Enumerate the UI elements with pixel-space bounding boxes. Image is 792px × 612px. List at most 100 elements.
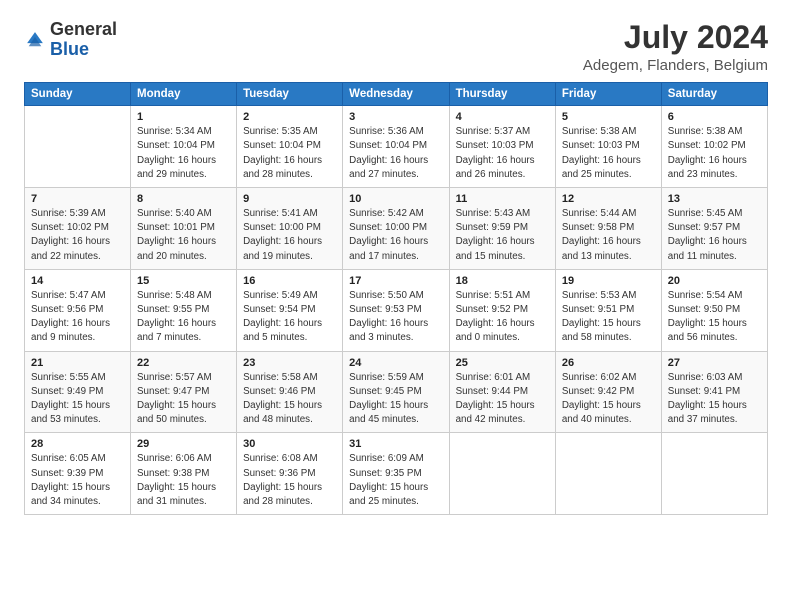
day-info: Sunrise: 5:45 AM Sunset: 9:57 PM Dayligh… (668, 207, 761, 264)
logo-text: General Blue (50, 20, 117, 60)
calendar-cell: 18Sunrise: 5:51 AM Sunset: 9:52 PM Dayli… (449, 269, 555, 351)
calendar-cell: 29Sunrise: 6:06 AM Sunset: 9:38 PM Dayli… (131, 433, 237, 515)
calendar-cell: 15 Sunrise: 5:48 AM Sunset: 9:55 PM Dayli… (131, 269, 237, 351)
page: General Blue July 2024 Adegem, Flanders,… (0, 0, 792, 612)
day-info: Sunrise: 5:38 AM Sunset: 10:03 PM Daylig… (562, 125, 655, 182)
day-info: Sunrise: 5:35 AM Sunset: 10:04 PM Daylig… (243, 125, 336, 182)
day-info: Sunrise: 6:09 AM Sunset: 9:35 PM Dayligh… (349, 452, 442, 509)
calendar-cell: 7 Sunrise: 5:39 AM Sunset: 10:02 PM Dayli… (25, 188, 131, 270)
day-number: 9 (243, 193, 336, 205)
calendar-cell: 31 Sunrise: 6:09 AM Sunset: 9:35 PM Dayli… (343, 433, 449, 515)
logo: General Blue (24, 20, 117, 60)
logo-general: General (50, 19, 117, 39)
calendar-cell: 25 Sunrise: 6:01 AM Sunset: 9:44 PM Dayli… (449, 351, 555, 433)
calendar-cell: 1 Sunrise: 5:34 AM Sunset: 10:04 PM Dayli… (131, 106, 237, 188)
header-monday: Monday (131, 83, 237, 106)
day-info: Sunrise: 5:55 AM Sunset: 9:49 PM Dayligh… (31, 371, 124, 428)
day-number: 17 (349, 275, 442, 287)
day-info: Sunrise: 5:48 AM Sunset: 9:55 PM Dayligh… (137, 289, 230, 346)
calendar-cell: 11 Sunrise: 5:43 AM Sunset: 9:59 PM Dayli… (449, 188, 555, 270)
main-title: July 2024 (583, 20, 768, 55)
day-info: Sunrise: 5:49 AM Sunset: 9:54 PM Dayligh… (243, 289, 336, 346)
calendar-cell: 23Sunrise: 5:58 AM Sunset: 9:46 PM Dayli… (237, 351, 343, 433)
day-info: Sunrise: 5:51 AM Sunset: 9:52 PM Dayligh… (456, 289, 549, 346)
day-number: 31 (349, 438, 442, 450)
day-info: Sunrise: 5:40 AM Sunset: 10:01 PM Daylig… (137, 207, 230, 264)
day-number: 20 (668, 275, 761, 287)
calendar-cell: 2 Sunrise: 5:35 AM Sunset: 10:04 PM Dayli… (237, 106, 343, 188)
calendar-cell (25, 106, 131, 188)
day-number: 6 (668, 111, 761, 123)
calendar-cell (661, 433, 767, 515)
calendar-cell: 30Sunrise: 6:08 AM Sunset: 9:36 PM Dayli… (237, 433, 343, 515)
day-info: Sunrise: 5:47 AM Sunset: 9:56 PM Dayligh… (31, 289, 124, 346)
day-info: Sunrise: 5:38 AM Sunset: 10:02 PM Daylig… (668, 125, 761, 182)
calendar-cell: 17Sunrise: 5:50 AM Sunset: 9:53 PM Dayli… (343, 269, 449, 351)
calendar-cell (555, 433, 661, 515)
calendar-cell: 26Sunrise: 6:02 AM Sunset: 9:42 PM Dayli… (555, 351, 661, 433)
day-number: 10 (349, 193, 442, 205)
calendar-cell: 8 Sunrise: 5:40 AM Sunset: 10:01 PM Dayli… (131, 188, 237, 270)
day-number: 15 (137, 275, 230, 287)
day-number: 5 (562, 111, 655, 123)
day-number: 29 (137, 438, 230, 450)
calendar-cell (449, 433, 555, 515)
header-friday: Friday (555, 83, 661, 106)
logo-icon (24, 29, 46, 51)
day-number: 4 (456, 111, 549, 123)
logo-blue: Blue (50, 39, 89, 59)
day-number: 24 (349, 357, 442, 369)
day-number: 1 (137, 111, 230, 123)
calendar-cell: 3Sunrise: 5:36 AM Sunset: 10:04 PM Dayli… (343, 106, 449, 188)
day-number: 3 (349, 111, 442, 123)
day-info: Sunrise: 6:08 AM Sunset: 9:36 PM Dayligh… (243, 452, 336, 509)
calendar-table: Sunday Monday Tuesday Wednesday Thursday… (24, 82, 768, 515)
day-number: 11 (456, 193, 549, 205)
day-number: 25 (456, 357, 549, 369)
calendar-cell: 10 Sunrise: 5:42 AM Sunset: 10:00 PM Dayl… (343, 188, 449, 270)
subtitle: Adegem, Flanders, Belgium (583, 57, 768, 74)
day-info: Sunrise: 5:43 AM Sunset: 9:59 PM Dayligh… (456, 207, 549, 264)
day-info: Sunrise: 5:34 AM Sunset: 10:04 PM Daylig… (137, 125, 230, 182)
day-info: Sunrise: 5:59 AM Sunset: 9:45 PM Dayligh… (349, 371, 442, 428)
calendar-cell: 22Sunrise: 5:57 AM Sunset: 9:47 PM Dayli… (131, 351, 237, 433)
day-number: 19 (562, 275, 655, 287)
day-number: 8 (137, 193, 230, 205)
calendar-cell: 6 Sunrise: 5:38 AM Sunset: 10:02 PM Dayli… (661, 106, 767, 188)
day-info: Sunrise: 5:39 AM Sunset: 10:02 PM Daylig… (31, 207, 124, 264)
day-number: 2 (243, 111, 336, 123)
calendar-cell: 4 Sunrise: 5:37 AM Sunset: 10:03 PM Dayli… (449, 106, 555, 188)
day-info: Sunrise: 5:44 AM Sunset: 9:58 PM Dayligh… (562, 207, 655, 264)
calendar-cell: 16 Sunrise: 5:49 AM Sunset: 9:54 PM Dayli… (237, 269, 343, 351)
header-tuesday: Tuesday (237, 83, 343, 106)
day-number: 7 (31, 193, 124, 205)
calendar-cell: 27Sunrise: 6:03 AM Sunset: 9:41 PM Dayli… (661, 351, 767, 433)
header-sunday: Sunday (25, 83, 131, 106)
day-number: 28 (31, 438, 124, 450)
day-info: Sunrise: 5:41 AM Sunset: 10:00 PM Daylig… (243, 207, 336, 264)
day-info: Sunrise: 5:53 AM Sunset: 9:51 PM Dayligh… (562, 289, 655, 346)
calendar-week-1: 7 Sunrise: 5:39 AM Sunset: 10:02 PM Dayli… (25, 188, 768, 270)
day-info: Sunrise: 5:57 AM Sunset: 9:47 PM Dayligh… (137, 371, 230, 428)
header-row: General Blue July 2024 Adegem, Flanders,… (24, 20, 768, 74)
calendar-cell: 19 Sunrise: 5:53 AM Sunset: 9:51 PM Dayli… (555, 269, 661, 351)
calendar-header-row: Sunday Monday Tuesday Wednesday Thursday… (25, 83, 768, 106)
day-info: Sunrise: 5:58 AM Sunset: 9:46 PM Dayligh… (243, 371, 336, 428)
calendar-cell: 12 Sunrise: 5:44 AM Sunset: 9:58 PM Dayli… (555, 188, 661, 270)
calendar-cell: 20 Sunrise: 5:54 AM Sunset: 9:50 PM Dayli… (661, 269, 767, 351)
day-info: Sunrise: 6:01 AM Sunset: 9:44 PM Dayligh… (456, 371, 549, 428)
calendar-cell: 14 Sunrise: 5:47 AM Sunset: 9:56 PM Dayli… (25, 269, 131, 351)
day-info: Sunrise: 6:05 AM Sunset: 9:39 PM Dayligh… (31, 452, 124, 509)
day-number: 16 (243, 275, 336, 287)
header-wednesday: Wednesday (343, 83, 449, 106)
calendar-cell: 9 Sunrise: 5:41 AM Sunset: 10:00 PM Dayli… (237, 188, 343, 270)
calendar-cell: 28 Sunrise: 6:05 AM Sunset: 9:39 PM Dayli… (25, 433, 131, 515)
day-info: Sunrise: 5:37 AM Sunset: 10:03 PM Daylig… (456, 125, 549, 182)
day-number: 13 (668, 193, 761, 205)
day-number: 26 (562, 357, 655, 369)
day-info: Sunrise: 5:54 AM Sunset: 9:50 PM Dayligh… (668, 289, 761, 346)
day-number: 12 (562, 193, 655, 205)
calendar-week-4: 28 Sunrise: 6:05 AM Sunset: 9:39 PM Dayli… (25, 433, 768, 515)
day-number: 14 (31, 275, 124, 287)
day-info: Sunrise: 5:42 AM Sunset: 10:00 PM Daylig… (349, 207, 442, 264)
